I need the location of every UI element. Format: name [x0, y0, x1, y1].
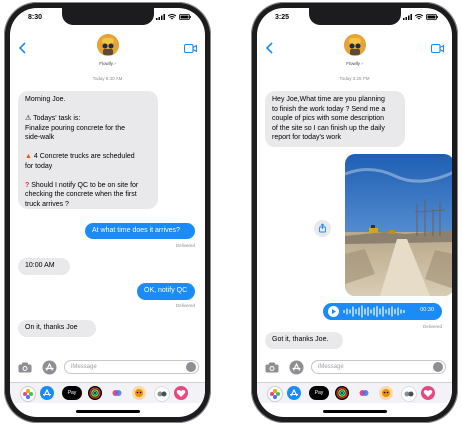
conversation-header: Flowlly ›	[10, 34, 205, 72]
app-drawer: Pay	[257, 382, 452, 403]
message-text: to finish the work today ? Send me a	[272, 105, 386, 113]
wifi-icon	[168, 14, 176, 20]
share-button[interactable]	[314, 220, 331, 237]
message-text: Finalize pouring concrete for the	[25, 124, 125, 132]
photos-app-icon[interactable]	[267, 386, 283, 402]
heart-app-icon[interactable]	[174, 386, 188, 400]
timestamp: Today 3:25 PM	[339, 76, 370, 81]
messages-screen-right: 3:25 Flowlly › Today 3:25 PM Hey Joe,Wha…	[257, 8, 452, 417]
photos-app-icon[interactable]	[20, 386, 36, 402]
message-text: Hey Joe,What time are you planning	[272, 96, 385, 103]
message-text: 4 Concrete trucks are scheduled	[33, 153, 135, 160]
app-drawer: Pay	[10, 382, 205, 403]
message-outgoing[interactable]: OK, notify QC	[137, 283, 195, 300]
delivered-label: Delivered	[422, 324, 442, 329]
apple-pay-label: Pay	[67, 390, 77, 396]
app-store-icon[interactable]	[42, 360, 57, 375]
message-outgoing[interactable]: At what time does it arrives?	[85, 223, 195, 239]
memoji-icon[interactable]	[132, 386, 146, 400]
input-bar: iMessage	[257, 360, 452, 376]
message-text: Todays' task is:	[33, 115, 81, 122]
digital-touch-icon[interactable]	[110, 386, 124, 400]
camera-icon[interactable]	[265, 362, 279, 373]
signal-icon	[156, 14, 165, 20]
message-incoming[interactable]: 10:00 AM	[18, 258, 70, 275]
battery-icon	[426, 14, 438, 20]
contact-name[interactable]: Flowlly ›	[257, 61, 452, 66]
app-store-icon[interactable]	[289, 360, 304, 375]
avatar[interactable]	[343, 34, 366, 56]
apple-pay-label: Pay	[314, 390, 324, 396]
app-store-app-icon[interactable]	[287, 386, 301, 400]
back-chevron-icon[interactable]	[265, 42, 273, 54]
message-incoming[interactable]: Morning Joe. ⚠ Todays' task is: Finalize…	[18, 91, 158, 209]
input-placeholder: iMessage	[71, 364, 97, 370]
memoji-icon[interactable]	[379, 386, 393, 400]
message-text: Morning Joe.	[25, 96, 66, 103]
fitness-app-icon[interactable]	[88, 386, 102, 400]
notch	[308, 8, 401, 25]
phone-left: 8:30 Flowlly › Today 8:30 AM Morning Joe…	[4, 2, 211, 423]
construction-site-image	[345, 154, 452, 296]
phone-right: 3:25 Flowlly › Today 3:25 PM Hey Joe,Wha…	[251, 2, 458, 423]
home-indicator[interactable]	[322, 410, 387, 413]
contact-name[interactable]: Flowlly ›	[10, 61, 205, 66]
video-call-icon[interactable]	[431, 44, 444, 53]
message-incoming[interactable]: Got it, thanks Joe.	[265, 332, 343, 349]
warning-icon: ⚠	[25, 115, 32, 122]
audio-message[interactable]: 00:30	[323, 303, 442, 320]
message-text: side-walk	[25, 134, 55, 141]
message-text: truck arrives ?	[25, 200, 69, 208]
conversation-header: Flowlly ›	[257, 34, 452, 72]
message-text: Should I notify QC to be on site for	[31, 181, 139, 189]
home-indicator[interactable]	[75, 410, 140, 413]
robot-avatar-icon	[343, 34, 366, 56]
messages-screen-left: 8:30 Flowlly › Today 8:30 AM Morning Joe…	[10, 8, 205, 417]
message-text: of the site so I can finish up the daily	[272, 124, 385, 132]
apple-pay-icon[interactable]: Pay	[62, 386, 82, 400]
audio-message-icon[interactable]	[433, 362, 443, 372]
apple-pay-icon[interactable]: Pay	[309, 386, 329, 400]
site-photo[interactable]	[345, 154, 452, 296]
notch	[61, 8, 154, 25]
share-icon	[319, 223, 326, 233]
avatar[interactable]	[96, 34, 119, 56]
message-text: checking the concrete when the first	[25, 191, 137, 198]
status-time: 8:30	[28, 14, 43, 21]
delivered-label: Delivered	[175, 303, 195, 308]
fire-icon: ▲	[25, 153, 32, 160]
camera-icon[interactable]	[18, 362, 32, 373]
stickers-icon[interactable]	[401, 386, 417, 402]
message-input[interactable]: iMessage	[311, 360, 446, 374]
signal-icon	[403, 14, 412, 20]
back-chevron-icon[interactable]	[18, 42, 26, 54]
message-text: for today	[25, 162, 53, 170]
message-text: report for today's work	[272, 134, 342, 141]
delivered-label: Delivered	[175, 243, 195, 248]
input-bar: iMessage	[10, 360, 205, 376]
play-icon[interactable]	[328, 306, 339, 317]
timestamp: Today 8:30 AM	[92, 76, 123, 81]
battery-icon	[179, 14, 191, 20]
question-icon: ?	[25, 181, 30, 189]
status-time: 3:25	[275, 14, 290, 21]
message-incoming[interactable]: On it, thanks Joe	[18, 320, 96, 337]
heart-app-icon[interactable]	[421, 386, 435, 400]
message-incoming[interactable]: Hey Joe,What time are you planning to fi…	[265, 91, 405, 147]
robot-avatar-icon	[96, 34, 119, 56]
fitness-app-icon[interactable]	[335, 386, 349, 400]
audio-message-icon[interactable]	[186, 362, 196, 372]
stickers-icon[interactable]	[154, 386, 170, 402]
app-store-app-icon[interactable]	[40, 386, 54, 400]
wifi-icon	[415, 14, 423, 20]
input-placeholder: iMessage	[318, 364, 344, 370]
message-input[interactable]: iMessage	[64, 360, 199, 374]
digital-touch-icon[interactable]	[357, 386, 371, 400]
video-call-icon[interactable]	[184, 44, 197, 53]
audio-duration: 00:30	[420, 307, 434, 313]
waveform-icon	[343, 305, 405, 318]
message-text: couple of pics with some description	[272, 115, 385, 122]
